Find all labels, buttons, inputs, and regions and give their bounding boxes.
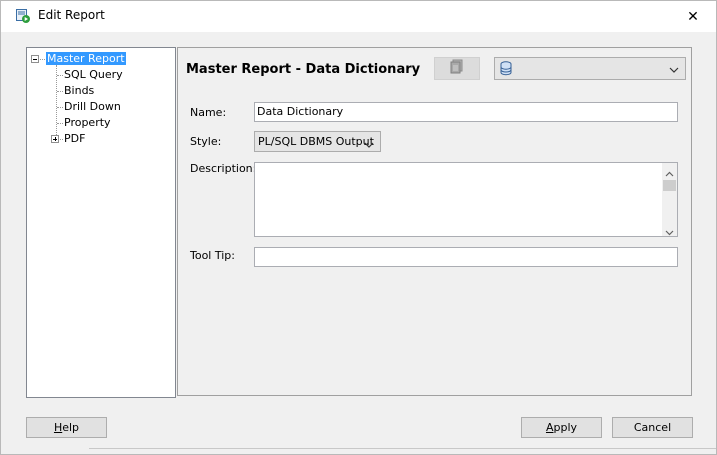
tree-item-pdf[interactable]: PDF bbox=[64, 132, 85, 146]
style-select[interactable]: PL/SQL DBMS Output bbox=[254, 131, 381, 152]
report-tree[interactable]: Master Report SQL Query Binds Drill Down… bbox=[26, 47, 176, 398]
tree-item-sql-query[interactable]: SQL Query bbox=[64, 68, 123, 82]
window-title: Edit Report bbox=[38, 8, 105, 22]
name-field[interactable]: Data Dictionary bbox=[254, 102, 678, 122]
chevron-up-icon[interactable] bbox=[665, 167, 674, 180]
tree-item-binds[interactable]: Binds bbox=[64, 84, 94, 98]
description-scrollbar[interactable] bbox=[662, 163, 677, 236]
report-icon bbox=[449, 59, 465, 78]
database-icon bbox=[500, 61, 512, 79]
help-button[interactable]: Help bbox=[26, 417, 107, 438]
apply-button-label: Apply bbox=[545, 421, 578, 434]
chevron-down-icon bbox=[364, 139, 374, 152]
expand-icon[interactable] bbox=[51, 135, 59, 143]
collapse-icon[interactable] bbox=[31, 55, 39, 63]
help-button-label: Help bbox=[53, 421, 80, 434]
chevron-down-icon bbox=[669, 64, 679, 77]
tree-item-drill-down[interactable]: Drill Down bbox=[64, 100, 121, 114]
tree-item-property[interactable]: Property bbox=[64, 116, 111, 130]
report-details-panel: Master Report - Data Dictionary Name: Da… bbox=[177, 47, 692, 396]
close-button[interactable]: ✕ bbox=[670, 1, 716, 32]
tree-connector bbox=[57, 107, 63, 108]
edit-report-dialog: Edit Report ✕ Master Report SQL Query Bi… bbox=[0, 0, 717, 455]
tree-connector bbox=[57, 123, 63, 124]
tooltip-label: Tool Tip: bbox=[190, 249, 235, 262]
tree-item-master-report[interactable]: Master Report bbox=[46, 52, 126, 66]
description-label: Description: bbox=[190, 162, 257, 175]
cancel-button-label: Cancel bbox=[633, 421, 672, 434]
page-title: Master Report - Data Dictionary bbox=[186, 62, 421, 77]
tooltip-field[interactable] bbox=[254, 247, 678, 267]
tree-item-label: Master Report bbox=[46, 52, 126, 65]
cancel-button[interactable]: Cancel bbox=[612, 417, 693, 438]
apply-button[interactable]: Apply bbox=[521, 417, 602, 438]
tree-connector bbox=[57, 75, 63, 76]
name-label: Name: bbox=[190, 106, 227, 119]
connection-select[interactable] bbox=[494, 57, 686, 80]
tree-connector bbox=[40, 59, 45, 60]
chevron-down-icon[interactable] bbox=[665, 226, 674, 239]
title-bar: Edit Report ✕ bbox=[1, 1, 716, 32]
style-value: PL/SQL DBMS Output bbox=[258, 135, 374, 148]
report-toolbar-button[interactable] bbox=[434, 57, 480, 80]
scrollbar-thumb[interactable] bbox=[663, 180, 676, 191]
close-icon: ✕ bbox=[687, 8, 699, 25]
description-field[interactable] bbox=[254, 162, 678, 237]
report-run-icon bbox=[16, 9, 30, 23]
style-label: Style: bbox=[190, 135, 222, 148]
bottom-strip bbox=[89, 448, 716, 455]
tree-connector bbox=[60, 139, 63, 140]
tree-connector bbox=[57, 91, 63, 92]
tree-guide-line bbox=[56, 65, 57, 141]
